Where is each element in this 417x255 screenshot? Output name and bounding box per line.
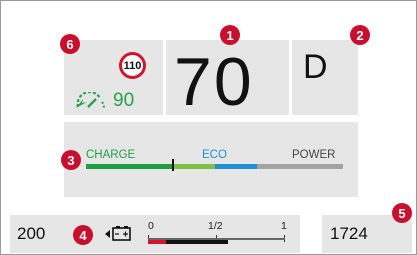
eco-blue-segment [215,164,257,169]
range-value: 200 [17,224,46,243]
eco-green-segment [173,164,215,169]
callout-6: 6 [60,34,80,54]
charge-segment [86,164,173,169]
fuel-scale-half: 1/2 [208,220,223,232]
callout-2: 2 [350,25,370,45]
fuel-level-bar [166,240,228,244]
callout-3: 3 [61,150,81,170]
speed-limit-sign-icon: 110 [119,52,146,79]
speed-limit-value: 110 [123,59,142,72]
fuel-scale-empty: 0 [148,220,154,232]
charge-label: CHARGE [86,149,136,161]
battery-icon [105,226,131,241]
set-speed: 90 [74,89,134,113]
fuel-scale-full: 1 [281,220,287,232]
cruise-gauge-icon [76,92,105,109]
callout-5: 5 [392,203,412,223]
set-speed-value: 90 [113,90,135,111]
gear-indicator: D [303,48,328,86]
power-segment [257,164,343,169]
fuel-low-segment [148,240,166,244]
eco-label: ECO [202,149,227,161]
power-needle [172,159,174,171]
callout-1: 1 [220,25,240,45]
fuel-gauge: 0 1/2 1 [148,220,287,246]
callout-4: 4 [73,225,93,245]
odometer-value: 1724 [330,224,368,243]
current-speed: 70 [174,44,254,120]
power-label: POWER [292,149,336,161]
